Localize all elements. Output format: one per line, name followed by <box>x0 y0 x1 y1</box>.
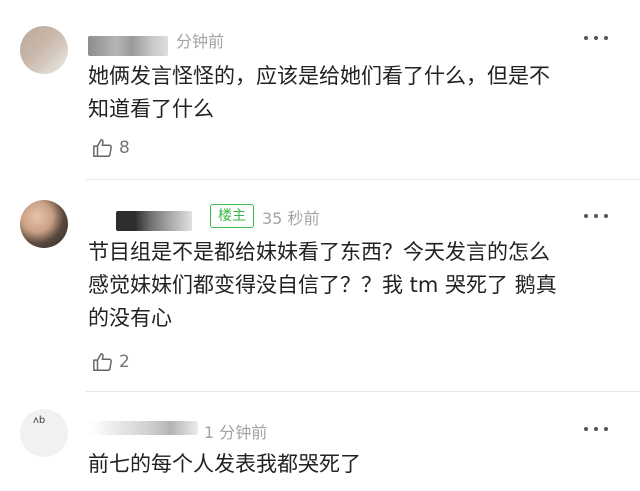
like-count: 8 <box>119 138 130 158</box>
like-button[interactable]: 2 <box>92 350 130 374</box>
more-dots-icon[interactable] <box>584 212 608 220</box>
comment-time: 分钟前 <box>176 32 225 51</box>
comment-text: 节目组是不是都给妹妹看了东西？今天发言的怎么 感觉妹妹们都变得没自信了？？我 t… <box>88 240 557 330</box>
more-dots-icon[interactable] <box>584 34 608 42</box>
username-redacted[interactable] <box>90 421 198 435</box>
avatar[interactable]: ʌb <box>20 409 68 457</box>
username-redacted[interactable] <box>88 36 168 56</box>
avatar[interactable] <box>20 26 68 74</box>
comment-text: 她俩发言怪怪的，应该是给她们看了什么，但是不 知道看了什么 <box>88 64 550 121</box>
op-badge: 楼主 <box>210 204 254 228</box>
thumbs-up-icon <box>93 353 112 371</box>
more-dots-icon[interactable] <box>584 425 608 433</box>
like-count: 2 <box>119 352 130 372</box>
username-redacted[interactable] <box>116 211 192 231</box>
avatar[interactable] <box>20 200 68 248</box>
like-button[interactable]: 8 <box>92 136 130 160</box>
comment-text: 前七的每个人发表我都哭死了 <box>88 452 361 476</box>
divider <box>86 391 640 392</box>
comment-time: 1 分钟前 <box>204 423 268 442</box>
comment-time: 35 秒前 <box>262 209 320 228</box>
comment-feed: 分钟前 她俩发言怪怪的，应该是给她们看了什么，但是不 知道看了什么 8 楼主 3… <box>0 0 640 491</box>
thumbs-up-icon <box>93 139 112 157</box>
divider <box>86 179 640 180</box>
